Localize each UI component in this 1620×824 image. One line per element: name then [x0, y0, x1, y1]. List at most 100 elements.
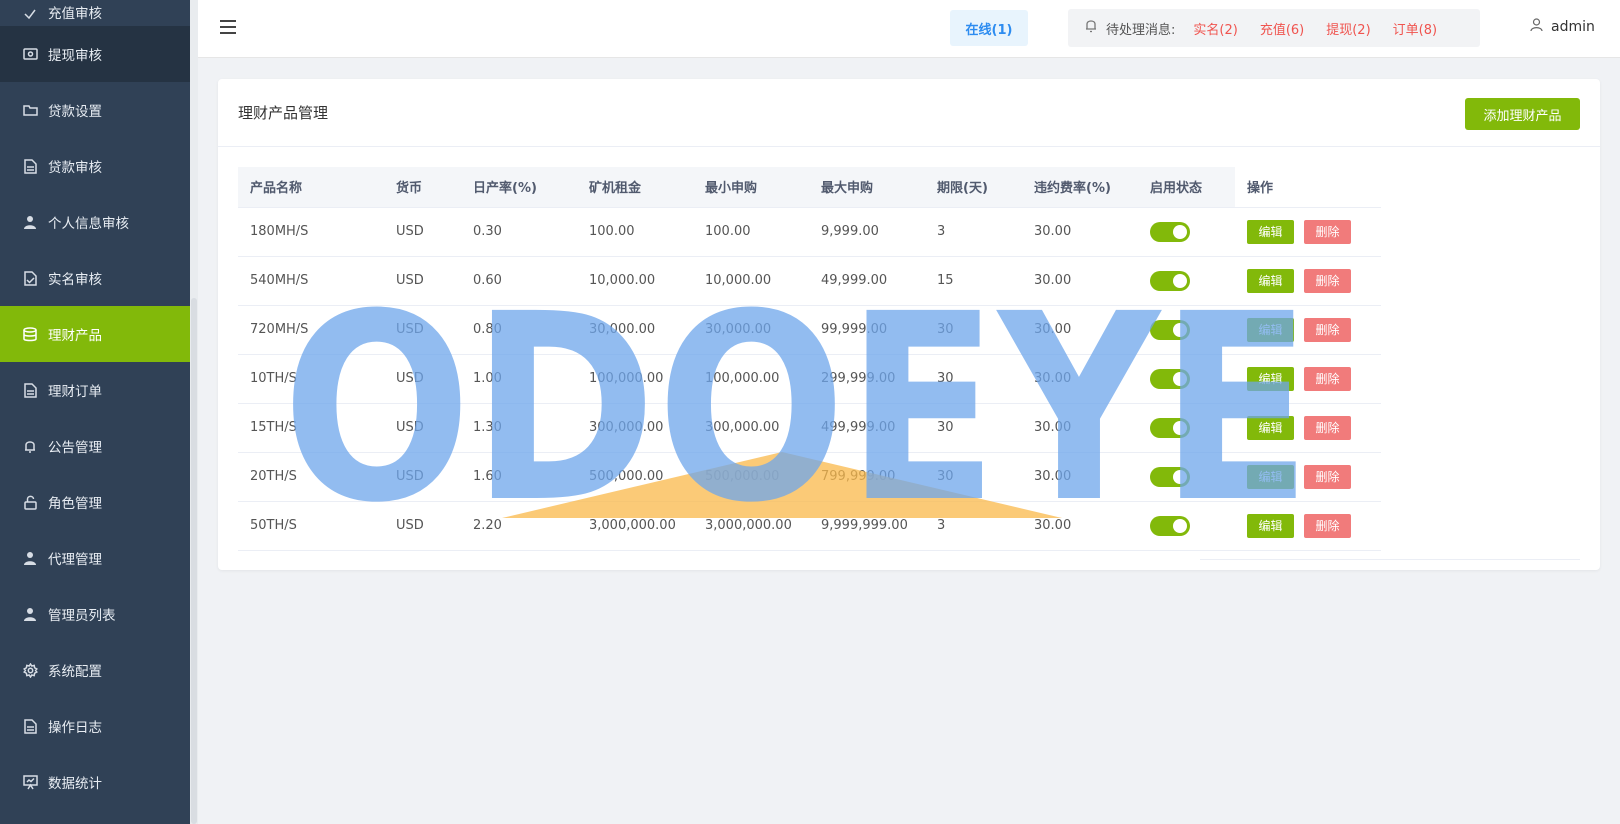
delete-button[interactable]: 删除: [1304, 415, 1351, 440]
scrollbar-thumb[interactable]: [191, 298, 197, 824]
cell-actions: 编辑 删除: [1235, 452, 1381, 502]
cell-days: 30: [925, 403, 1022, 453]
edit-button[interactable]: 编辑: [1247, 219, 1294, 244]
cell-name: 720MH/S: [238, 305, 384, 355]
sidebar-item-label: 贷款审核: [48, 160, 102, 176]
sidebar-item-statistics[interactable]: 数据统计: [0, 754, 190, 810]
sidebar-item-personal-info-review[interactable]: 个人信息审核: [0, 194, 190, 250]
cell-name: 540MH/S: [238, 256, 384, 306]
edit-button[interactable]: 编辑: [1247, 366, 1294, 391]
cell-name: 20TH/S: [238, 452, 384, 502]
enable-toggle[interactable]: [1150, 221, 1190, 242]
sidebar-item-announcements[interactable]: 公告管理: [0, 418, 190, 474]
column-header[interactable]: 期限(天): [925, 167, 1022, 208]
card-header: 理财产品管理 添加理财产品: [218, 79, 1600, 147]
column-header[interactable]: 违约费率(%): [1022, 167, 1138, 208]
sidebar-item-label: 公告管理: [48, 440, 102, 456]
enable-toggle[interactable]: [1150, 368, 1190, 389]
delete-button[interactable]: 删除: [1304, 268, 1351, 293]
sidebar-scrollbar[interactable]: [190, 0, 198, 824]
delete-button[interactable]: 删除: [1304, 464, 1351, 489]
enable-toggle[interactable]: [1150, 319, 1190, 340]
enable-toggle[interactable]: [1150, 515, 1190, 536]
column-header[interactable]: 启用状态: [1138, 167, 1235, 208]
sidebar-item-agent-management[interactable]: 代理管理: [0, 530, 190, 586]
cell-rent: 300,000.00: [577, 403, 693, 453]
cell-status: [1138, 256, 1235, 306]
pending-orders-link[interactable]: 订单(8): [1393, 19, 1437, 38]
enable-toggle[interactable]: [1150, 270, 1190, 291]
column-header[interactable]: 货币: [384, 167, 461, 208]
delete-button[interactable]: 删除: [1304, 317, 1351, 342]
table-row: 720MH/S USD 0.80 30,000.00 30,000.00 99,999.0…: [238, 305, 1381, 355]
edit-button[interactable]: 编辑: [1247, 415, 1294, 440]
delete-button[interactable]: 删除: [1304, 219, 1351, 244]
sidebar-item-operation-log[interactable]: 操作日志: [0, 698, 190, 754]
sidebar-item-label: 代理管理: [48, 552, 102, 568]
document-icon: [22, 158, 38, 174]
cell-penalty: 30.00: [1022, 256, 1138, 306]
cell-status: [1138, 207, 1235, 257]
user-icon: [22, 606, 38, 622]
table-body: 180MH/S USD 0.30 100.00 100.00 9,999.00 3 30.00…: [238, 207, 1381, 551]
delete-button[interactable]: 删除: [1304, 366, 1351, 391]
sidebar-item-role-management[interactable]: 角色管理: [0, 474, 190, 530]
sidebar-item-admin-list[interactable]: 管理员列表: [0, 586, 190, 642]
column-header[interactable]: 最小申购: [693, 167, 809, 208]
sidebar-item-loan-settings[interactable]: 贷款设置: [0, 82, 190, 138]
cell-status: [1138, 305, 1235, 355]
column-header[interactable]: 矿机租金: [577, 167, 693, 208]
cell-penalty: 30.00: [1022, 207, 1138, 257]
folder-icon: [22, 102, 38, 118]
wallet-icon: [22, 46, 38, 62]
delete-button[interactable]: 删除: [1304, 513, 1351, 538]
cell-days: 30: [925, 305, 1022, 355]
cell-currency: USD: [384, 403, 461, 453]
cell-actions: 编辑 删除: [1235, 256, 1381, 306]
cell-rent: 100.00: [577, 207, 693, 257]
column-header[interactable]: 最大申购: [809, 167, 925, 208]
column-header[interactable]: 日产率(%): [461, 167, 577, 208]
sidebar-item-label: 系统配置: [48, 664, 102, 680]
cell-min: 500,000.00: [693, 452, 809, 502]
edit-button[interactable]: 编辑: [1247, 268, 1294, 293]
sidebar-item-realname-review[interactable]: 实名审核: [0, 250, 190, 306]
document-icon: [22, 382, 38, 398]
user-icon: [1530, 18, 1551, 36]
menu-toggle-icon[interactable]: [220, 20, 236, 36]
edit-button[interactable]: 编辑: [1247, 317, 1294, 342]
sidebar-item-label: 数据统计: [48, 776, 102, 792]
sidebar-item-recharge-review[interactable]: 充值审核: [0, 0, 190, 26]
sidebar-item-financial-orders[interactable]: 理财订单: [0, 362, 190, 418]
cell-max: 9,999.00: [809, 207, 925, 257]
top-header: 在线(1) 待处理消息: 实名(2) 充值(6) 提现(2) 订单(8) adm…: [198, 0, 1620, 58]
edit-button[interactable]: 编辑: [1247, 464, 1294, 489]
cell-days: 30: [925, 452, 1022, 502]
cell-rate: 1.00: [461, 354, 577, 404]
cell-penalty: 30.00: [1022, 501, 1138, 551]
sidebar-item-system-config[interactable]: 系统配置: [0, 642, 190, 698]
pending-messages: 待处理消息: 实名(2) 充值(6) 提现(2) 订单(8): [1068, 9, 1480, 47]
user-menu[interactable]: admin: [1530, 18, 1595, 36]
cell-min: 300,000.00: [693, 403, 809, 453]
enable-toggle[interactable]: [1150, 417, 1190, 438]
cell-rent: 30,000.00: [577, 305, 693, 355]
cell-name: 50TH/S: [238, 501, 384, 551]
sidebar-item-label: 角色管理: [48, 496, 102, 512]
edit-button[interactable]: 编辑: [1247, 513, 1294, 538]
pending-realname-link[interactable]: 实名(2): [1193, 19, 1237, 38]
cell-status: [1138, 354, 1235, 404]
sidebar-item-withdraw-review[interactable]: 提现审核: [0, 26, 190, 82]
online-status-badge[interactable]: 在线(1): [950, 10, 1028, 46]
cell-rate: 1.60: [461, 452, 577, 502]
sidebar-item-loan-review[interactable]: 贷款审核: [0, 138, 190, 194]
cell-max: 99,999.00: [809, 305, 925, 355]
cell-max: 9,999,999.00: [809, 501, 925, 551]
cell-name: 10TH/S: [238, 354, 384, 404]
sidebar-item-financial-products[interactable]: 理财产品: [0, 306, 190, 362]
pending-recharge-link[interactable]: 充值(6): [1260, 19, 1304, 38]
column-header[interactable]: 产品名称: [238, 167, 384, 208]
pending-withdraw-link[interactable]: 提现(2): [1326, 19, 1370, 38]
add-product-button[interactable]: 添加理财产品: [1465, 98, 1580, 130]
enable-toggle[interactable]: [1150, 466, 1190, 487]
